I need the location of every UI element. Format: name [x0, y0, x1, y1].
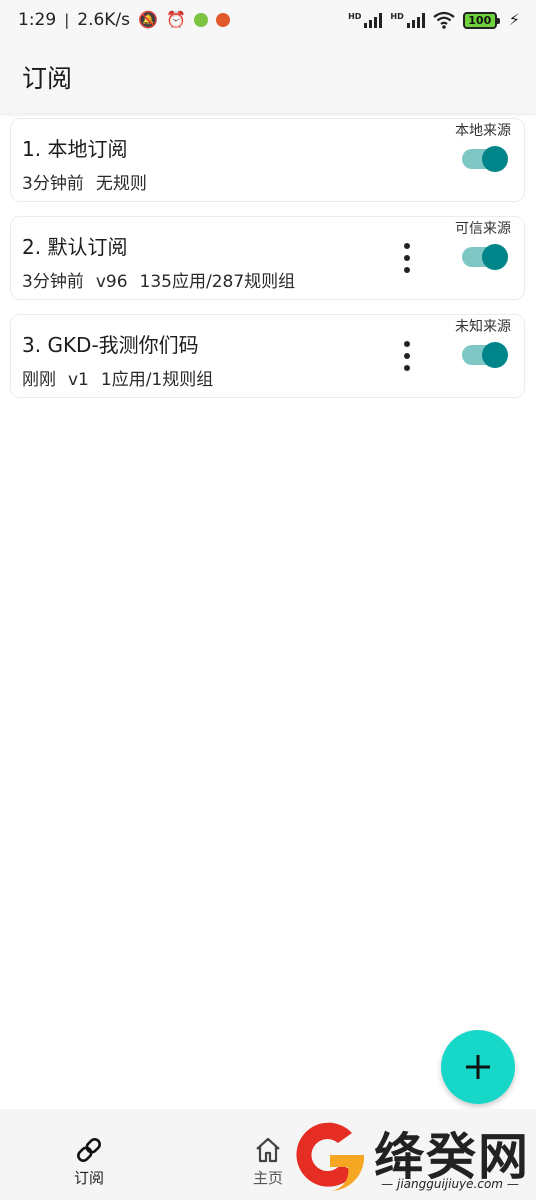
enable-toggle[interactable]	[462, 146, 508, 172]
enable-toggle[interactable]	[462, 244, 508, 270]
more-options-icon[interactable]	[399, 341, 415, 371]
app-bar: 订阅	[0, 40, 536, 113]
toggle-knob	[482, 146, 508, 172]
signal-icon: HD	[348, 12, 383, 28]
subscription-rules: 1应用/1规则组	[100, 370, 214, 390]
subscription-item-3[interactable]: 3. GKD-我测你们码 刚刚 v1 1应用/1规则组 未知来源	[10, 314, 525, 398]
toggle-knob	[482, 342, 508, 368]
nav-label: 主页	[252, 1169, 283, 1187]
alarm-icon: ⏰	[165, 10, 186, 29]
watermark-logo-icon	[296, 1122, 365, 1191]
more-options-icon[interactable]	[399, 243, 415, 273]
app-notification-icon-2	[215, 13, 230, 27]
subscription-title: 3. GKD-我测你们码	[22, 333, 199, 357]
subscription-updated: 刚刚	[22, 370, 56, 390]
source-label: 本地来源	[455, 123, 511, 139]
subscription-list: 1. 本地订阅 3分钟前 无规则 本地来源 2. 默认订阅 3分钟前 v96 135应…	[10, 118, 525, 412]
subscription-updated: 3分钟前	[22, 174, 84, 194]
subscription-rules: 无规则	[95, 174, 147, 194]
status-bar: 1:29 | 2.6K/s 🔕 ⏰ HD HD 100 ⚡	[0, 0, 536, 40]
link-icon	[77, 1138, 101, 1162]
subscription-meta: 刚刚 v1 1应用/1规则组	[22, 365, 225, 390]
subscription-title: 1. 本地订阅	[22, 137, 128, 161]
enable-toggle[interactable]	[462, 342, 508, 368]
page-title: 订阅	[22, 63, 73, 93]
subscription-version: v1	[68, 370, 89, 390]
source-label: 未知来源	[455, 319, 511, 335]
app-notification-icon	[193, 13, 208, 27]
watermark-url-text: jiangguijiuye.com	[396, 1177, 503, 1191]
status-time: 1:29	[18, 10, 57, 30]
subscription-version: v96	[95, 272, 128, 292]
charging-icon: ⚡	[508, 10, 520, 29]
nav-item-subscriptions[interactable]: 订阅	[49, 1135, 129, 1188]
source-label: 可信来源	[455, 221, 511, 237]
subscription-rules: 135应用/287规则组	[139, 272, 296, 292]
toggle-knob	[482, 244, 508, 270]
status-left: 1:29 | 2.6K/s 🔕 ⏰	[18, 10, 230, 30]
network-speed: 2.6K/s	[77, 10, 131, 30]
subscription-updated: 3分钟前	[22, 272, 84, 292]
signal-icon-2: HD	[390, 12, 425, 28]
battery-icon: 100	[462, 11, 500, 29]
subscription-item-1[interactable]: 1. 本地订阅 3分钟前 无规则 本地来源	[10, 118, 525, 202]
add-subscription-button[interactable]	[441, 1030, 515, 1104]
subscription-title: 2. 默认订阅	[22, 235, 128, 259]
plus-icon	[466, 1055, 490, 1079]
watermark: 绛癸网 — jiangguijiuye.com —	[290, 1113, 536, 1200]
mute-bell-icon: 🔕	[138, 10, 158, 29]
subscription-meta: 3分钟前 v96 135应用/287规则组	[22, 267, 307, 292]
status-divider: |	[64, 11, 70, 29]
wifi-icon	[433, 11, 455, 29]
home-icon	[256, 1137, 280, 1163]
subscription-item-2[interactable]: 2. 默认订阅 3分钟前 v96 135应用/287规则组 可信来源	[10, 216, 525, 300]
status-right: HD HD 100 ⚡	[348, 11, 520, 29]
subscription-meta: 3分钟前 无规则	[22, 169, 159, 194]
nav-label: 订阅	[73, 1169, 104, 1187]
watermark-url: — jiangguijiuye.com —	[381, 1177, 519, 1191]
